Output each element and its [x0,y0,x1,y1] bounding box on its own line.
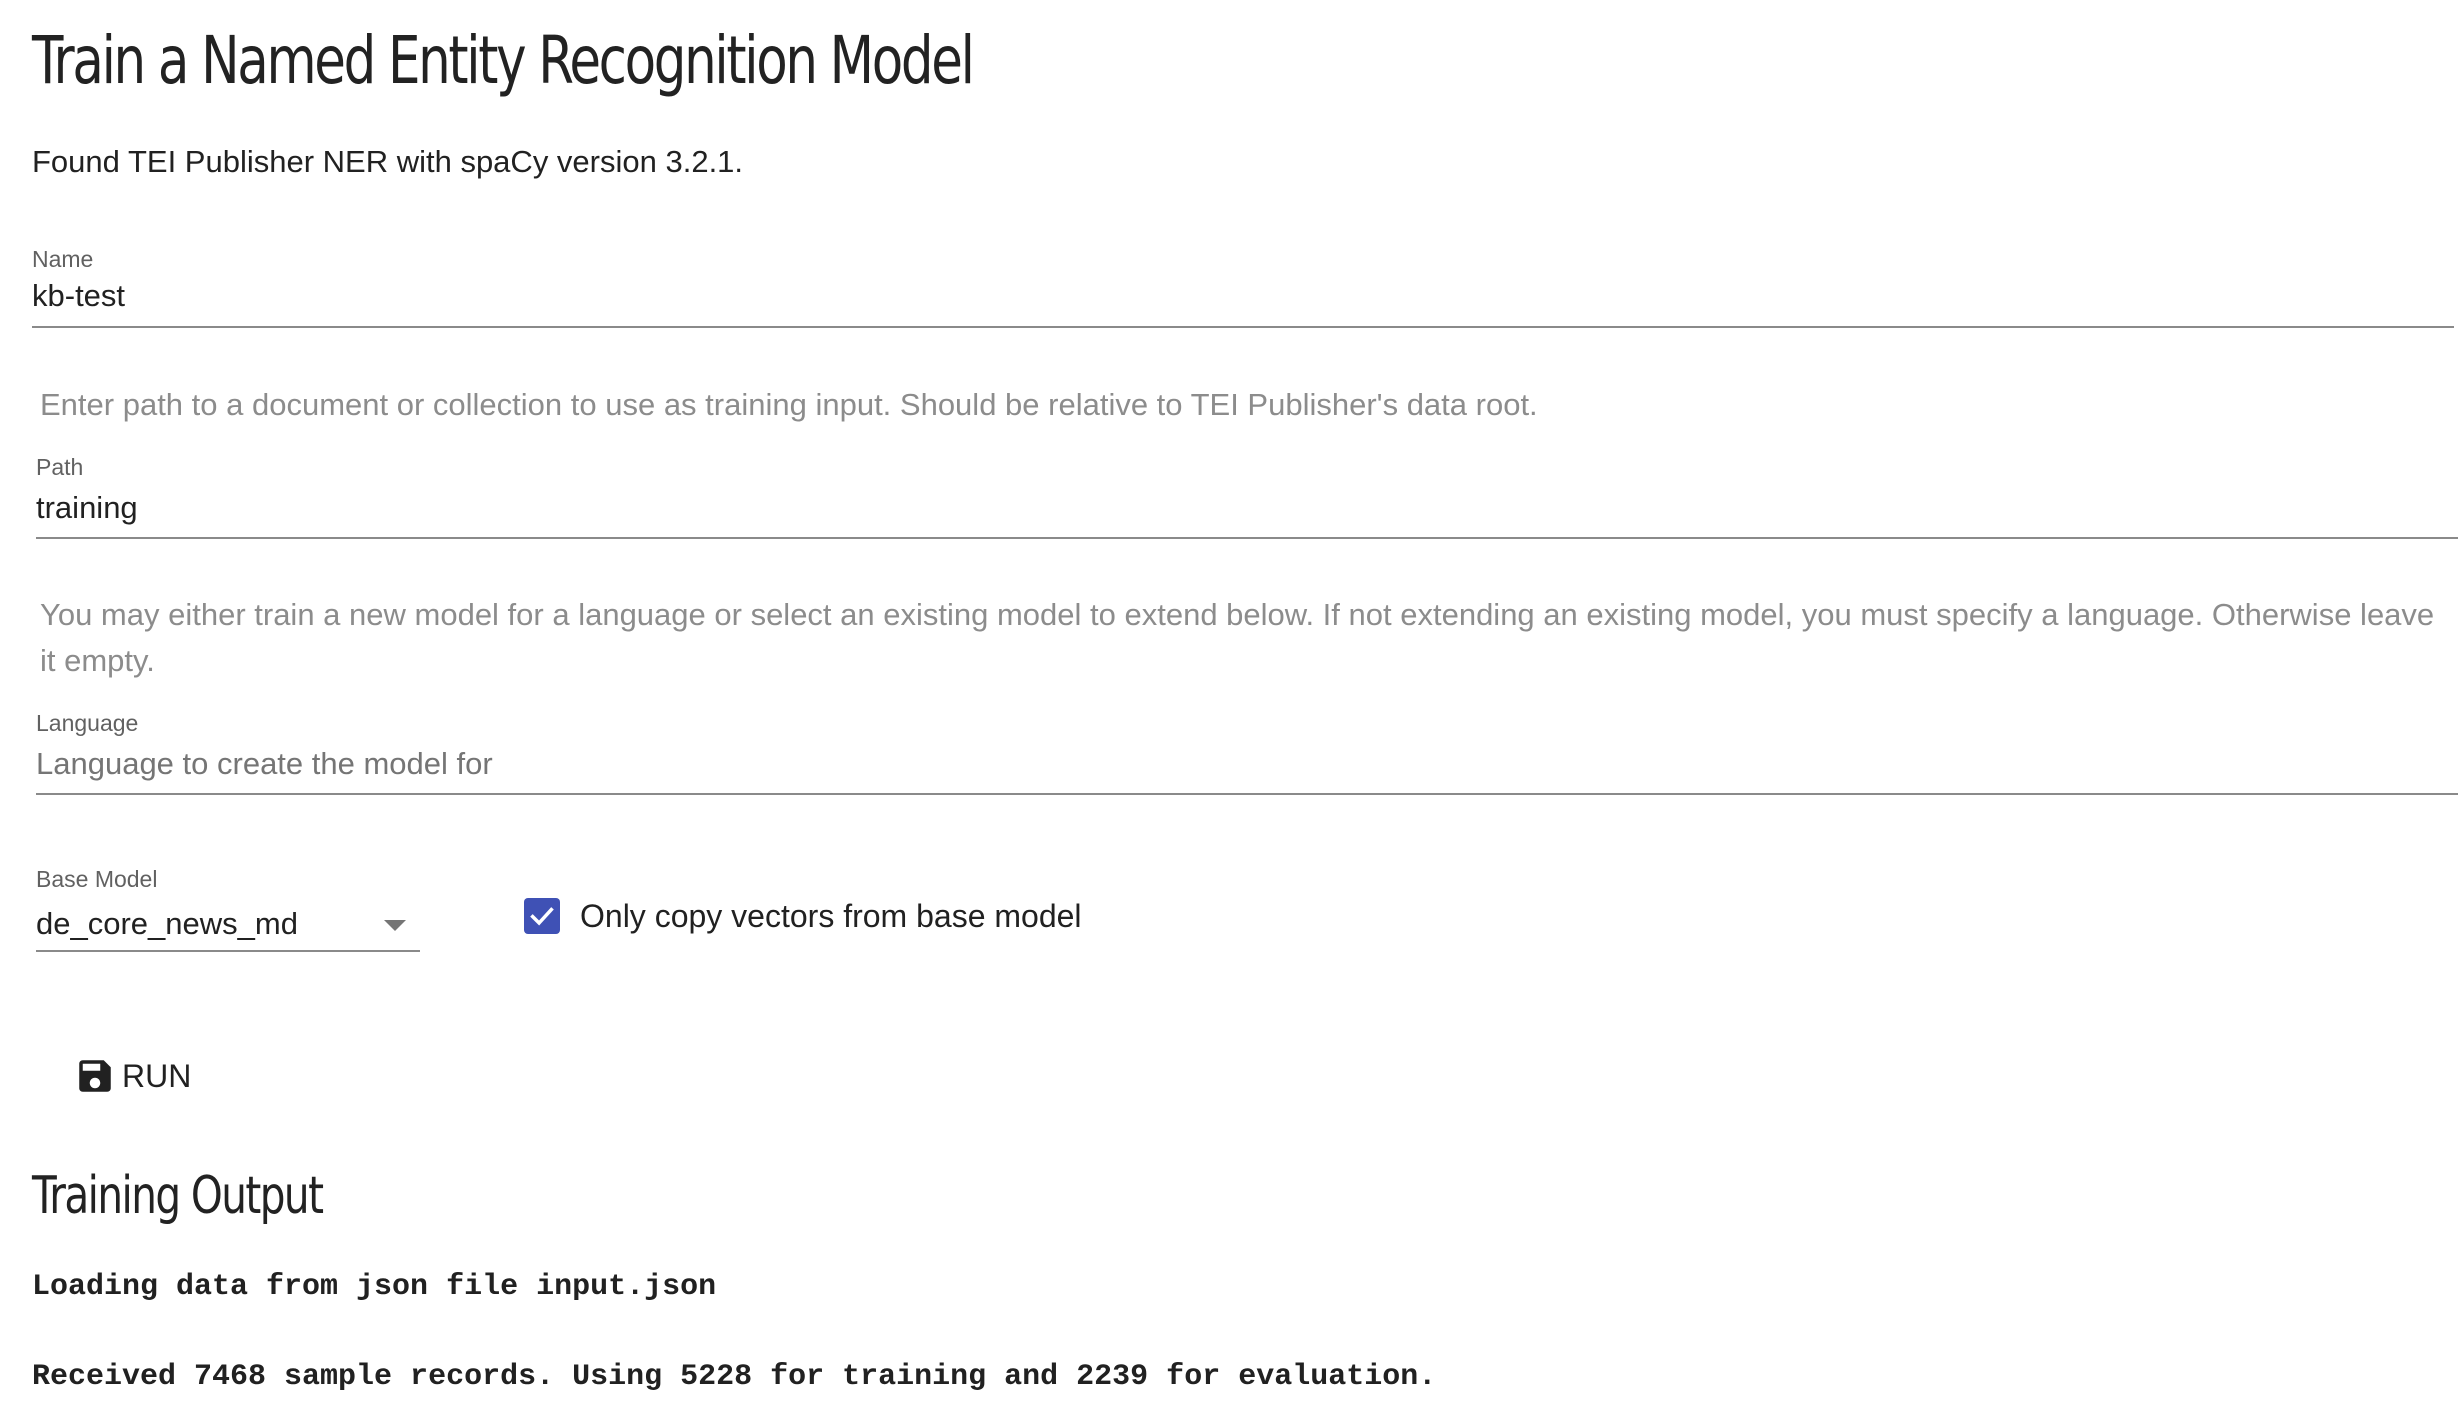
copy-vectors-checkbox[interactable] [524,898,560,934]
training-output-title: Training Output [32,1166,324,1226]
name-field-underline [32,326,2454,328]
language-field[interactable]: Language Language to create the model fo… [36,708,2458,800]
path-field-underline [36,537,2458,539]
output-line: Loading data from json file input.json [32,1270,717,1304]
path-help-text: Enter path to a document or collection t… [40,387,1538,422]
save-icon [79,1060,111,1092]
base-model-underline [36,950,420,952]
run-button-label: RUN [122,1058,192,1094]
copy-vectors-checkbox-row[interactable]: Only copy vectors from base model [524,894,1082,938]
path-field[interactable]: Path training [36,452,2458,544]
base-model-label: Base Model [36,866,158,892]
spacy-version-status: Found TEI Publisher NER with spaCy versi… [32,144,744,179]
language-field-label: Language [36,710,139,736]
language-help-text: You may either train a new model for a l… [40,597,2435,678]
language-input[interactable]: Language to create the model for [36,742,493,786]
base-model-selected-value: de_core_news_md [36,906,298,941]
base-model-select[interactable]: Base Model de_core_news_md [36,864,420,956]
run-button[interactable]: RUN [60,1040,205,1112]
page-title: Train a Named Entity Recognition Model [32,22,975,99]
copy-vectors-label: Only copy vectors from base model [580,898,1082,934]
name-field-label: Name [32,246,94,272]
dropdown-arrow-icon[interactable] [384,920,406,931]
checkmark-icon [530,907,554,926]
language-field-underline [36,793,2458,795]
path-field-label: Path [36,454,84,480]
output-line: Received 7468 sample records. Using 5228… [32,1360,1437,1394]
name-input[interactable]: kb-test [32,274,125,318]
path-input[interactable]: training [36,486,138,530]
name-field[interactable]: Name kb-test [32,240,2454,332]
